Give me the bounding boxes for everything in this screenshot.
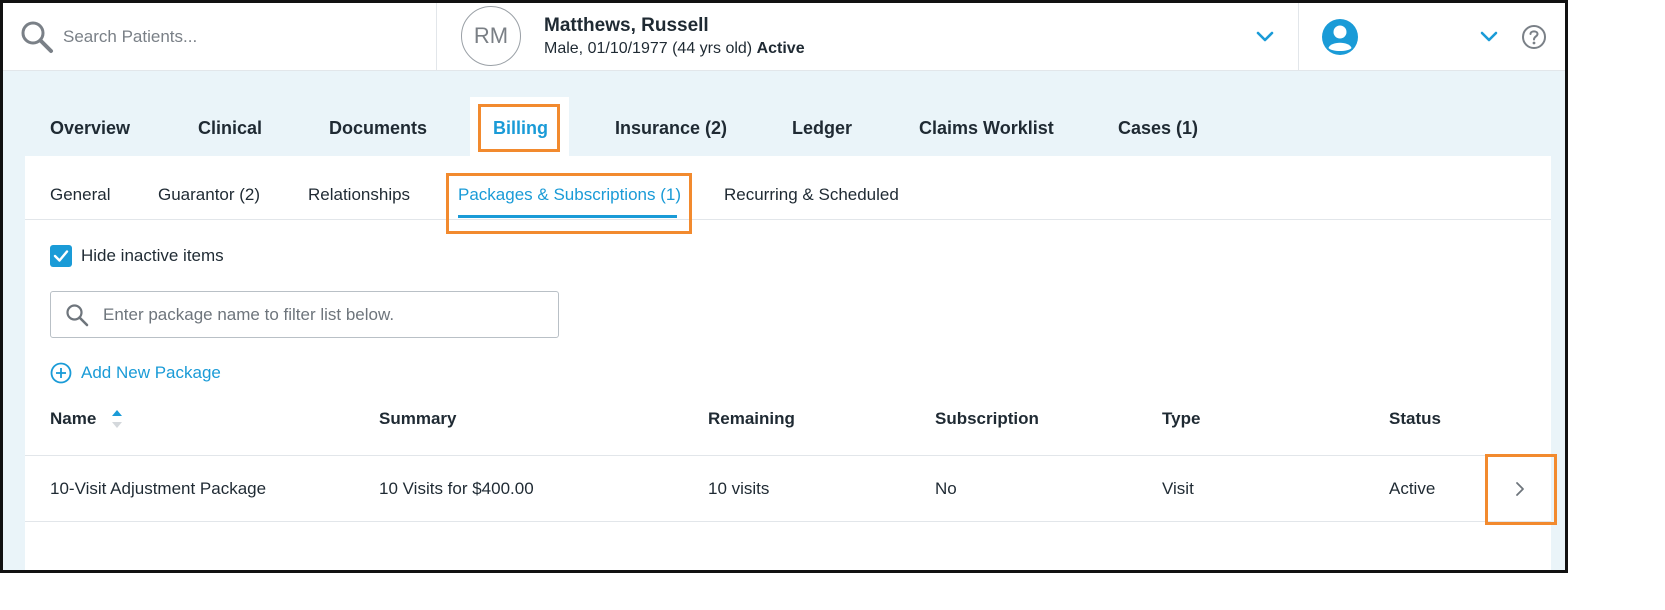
patient-details: Male, 01/10/1977 (44 yrs old) Active: [544, 40, 805, 58]
cell-subscription: No: [935, 479, 957, 498]
sort-ascending-icon[interactable]: [111, 409, 123, 429]
package-filter: [50, 291, 559, 338]
cell-summary: 10 Visits for $400.00: [379, 479, 534, 498]
search-icon: [66, 304, 89, 327]
help-icon[interactable]: [1521, 24, 1547, 50]
chevron-down-icon[interactable]: [1479, 27, 1499, 47]
patient-demographics: Male, 01/10/1977 (44 yrs old): [544, 40, 753, 57]
patient-name: Matthews, Russell: [544, 15, 709, 36]
patient-search-input[interactable]: [63, 21, 423, 53]
column-header-type[interactable]: Type: [1162, 401, 1200, 437]
billing-panel: General Guarantor (2) Relationships Pack…: [25, 156, 1551, 570]
plus-circle-icon: [50, 362, 72, 384]
main-tabs: Overview Clinical Documents Billing Insu…: [25, 100, 1550, 156]
tab-cases[interactable]: Cases (1): [1118, 100, 1198, 156]
app-window: RM Matthews, Russell Male, 01/10/1977 (4…: [0, 0, 1568, 573]
tab-ledger[interactable]: Ledger: [792, 100, 852, 156]
billing-subtabs: General Guarantor (2) Relationships Pack…: [25, 156, 1551, 220]
active-subtab-indicator: [458, 215, 677, 218]
tab-documents[interactable]: Documents: [329, 100, 427, 156]
add-new-package-button[interactable]: Add New Package: [50, 361, 221, 385]
user-menu: [1299, 3, 1565, 71]
subtab-recurring-scheduled[interactable]: Recurring & Scheduled: [724, 156, 899, 220]
cell-name: 10-Visit Adjustment Package: [50, 479, 267, 498]
column-header-remaining[interactable]: Remaining: [708, 401, 795, 437]
table-header: Name Summary Remaining Subscription Type…: [25, 401, 1551, 456]
column-header-status[interactable]: Status: [1389, 401, 1441, 437]
top-header: RM Matthews, Russell Male, 01/10/1977 (4…: [3, 3, 1565, 71]
hide-inactive-label: Hide inactive items: [81, 246, 224, 265]
column-header-summary[interactable]: Summary: [379, 401, 456, 437]
patient-avatar: RM: [461, 6, 521, 66]
tab-overview[interactable]: Overview: [50, 100, 130, 156]
subtab-relationships[interactable]: Relationships: [308, 156, 410, 220]
tab-clinical[interactable]: Clinical: [198, 100, 262, 156]
patient-status: Active: [756, 40, 805, 57]
add-new-package-label: Add New Package: [81, 363, 221, 382]
cell-remaining: 10 visits: [708, 479, 770, 498]
subtab-general[interactable]: General: [50, 156, 110, 220]
table-row[interactable]: 10-Visit Adjustment Package 10 Visits fo…: [25, 456, 1551, 522]
column-header-name[interactable]: Name: [50, 401, 96, 437]
subtab-packages-subscriptions[interactable]: Packages & Subscriptions (1): [458, 156, 681, 220]
tab-claims-worklist[interactable]: Claims Worklist: [919, 100, 1054, 156]
patient-search: [3, 3, 437, 71]
hide-inactive-checkbox[interactable]: [50, 245, 72, 267]
chevron-down-icon[interactable]: [1255, 27, 1275, 47]
subtab-guarantor[interactable]: Guarantor (2): [158, 156, 260, 220]
cell-status: Active: [1389, 479, 1436, 498]
package-filter-input[interactable]: [103, 302, 543, 328]
chevron-right-icon[interactable]: [1510, 479, 1530, 499]
patient-header: RM Matthews, Russell Male, 01/10/1977 (4…: [437, 3, 1299, 71]
checkmark-icon: [53, 250, 69, 262]
tab-billing[interactable]: Billing: [493, 100, 548, 156]
tab-insurance[interactable]: Insurance (2): [615, 100, 727, 156]
cell-type: Visit: [1162, 479, 1194, 498]
column-header-subscription[interactable]: Subscription: [935, 401, 1039, 437]
user-avatar-icon[interactable]: [1321, 18, 1359, 56]
search-icon: [21, 21, 53, 53]
